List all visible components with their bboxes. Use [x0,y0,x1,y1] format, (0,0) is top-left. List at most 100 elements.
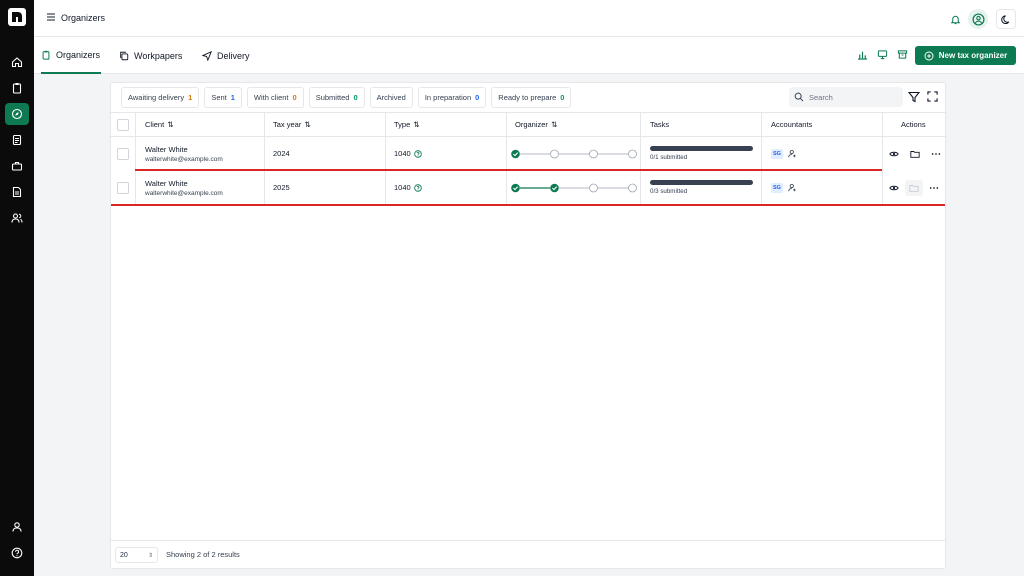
tab-workpapers[interactable]: Workpapers [119,37,182,74]
filter-in-preparation[interactable]: In preparation 0 [417,87,487,108]
app-logo[interactable] [8,8,26,26]
column-organizer[interactable]: Organizer ⇅ [515,113,557,136]
sort-icon: ⇅ [413,120,420,129]
copy-icon [120,51,129,60]
client-name: Walter White [145,144,188,154]
folder-button-disabled[interactable] [905,179,923,196]
sort-icon: ⇅ [167,120,174,129]
filter-archived[interactable]: Archived [369,87,413,108]
filter-ready-to-prepare[interactable]: Ready to prepare 0 [491,87,572,108]
hamburger-menu-icon[interactable] [46,12,56,22]
filter-sent[interactable]: Sent 1 [204,87,242,108]
send-icon [202,50,212,61]
clients-nav[interactable] [5,207,29,229]
page-size-select[interactable]: 20 ⇕ [115,547,158,563]
column-label: Actions [901,120,926,129]
page-title: Organizers [61,13,106,23]
accountant-badge[interactable]: SG [771,148,783,159]
filter-count: 0 [475,93,480,102]
tab-label: Organizers [56,49,101,60]
table-header: Client ⇅ Tax year ⇅ Type ⇅ Organizer ⇅ Tasks… [111,112,945,137]
bell-icon [950,15,960,24]
user-circle-icon [971,12,985,26]
theme-toggle[interactable] [996,9,1016,29]
clipboard-nav[interactable] [5,77,29,99]
tab-label: Workpapers [134,50,183,61]
more-icon[interactable] [931,149,941,159]
filter-count: 0 [292,93,297,102]
fullscreen-icon[interactable] [927,91,938,102]
row-checkbox[interactable] [117,147,129,160]
tabs-bar: Organizers Workpapers Delivery New tax o… [34,37,1024,74]
client-cell[interactable]: Walter White walterwhite@example.com [145,137,223,170]
select-all-checkbox[interactable] [117,118,129,131]
chevron-updown-icon: ⇕ [147,552,153,559]
archive-icon[interactable] [897,49,908,60]
search-box[interactable] [789,87,903,107]
select-all-cell [117,113,129,136]
eye-icon[interactable] [889,149,899,159]
user-icon [12,522,22,532]
accountant-badge[interactable]: SG [771,182,783,193]
client-email: walterwhite@example.com [145,189,223,197]
row-select-cell [117,137,129,170]
column-label: Accountants [771,120,813,129]
filter-with-client[interactable]: With client 0 [246,87,304,108]
users-icon [11,213,23,223]
type-value: 1040 [394,149,411,158]
home-nav[interactable] [5,51,29,73]
step-complete-icon [511,149,520,158]
organizers-nav[interactable] [5,103,29,125]
column-type[interactable]: Type ⇅ [394,113,420,136]
new-tax-organizer-button[interactable]: New tax organizer [915,46,1016,65]
search-input[interactable] [809,92,897,102]
eye-icon[interactable] [889,183,899,193]
row-checkbox[interactable] [117,181,129,194]
compass-icon [11,108,23,120]
results-count: Showing 2 of 2 results [166,550,240,559]
notifications-button[interactable] [945,9,965,29]
top-bar: Organizers [34,0,1024,37]
table-footer: 20 ⇕ Showing 2 of 2 results [111,540,945,568]
filter-label: Archived [376,93,406,102]
table-row[interactable]: Walter White walterwhite@example.com 202… [111,137,945,170]
documents-nav[interactable] [5,129,29,151]
filter-count: 1 [230,93,235,102]
column-tax-year[interactable]: Tax year ⇅ [273,113,311,136]
more-icon[interactable] [929,183,939,193]
moon-icon [1000,14,1009,24]
help-circle-icon[interactable] [413,183,422,192]
column-label: Organizer [515,120,548,129]
status-filters: Awaiting delivery 1 Sent 1 With client 0 Su… [121,87,572,108]
column-label: Tax year [273,120,302,129]
assign-user-icon[interactable] [788,149,797,158]
filter-label: In preparation [424,93,472,102]
filter-submitted[interactable]: Submitted 0 [308,87,365,108]
filter-label: Submitted [315,93,350,102]
type-cell: 1040 [394,171,422,204]
help-circle-icon[interactable] [413,149,422,158]
table-row[interactable]: Walter White walterwhite@example.com 202… [111,171,945,204]
help-nav[interactable] [5,542,29,564]
tab-organizers[interactable]: Organizers [41,37,101,74]
chart-icon[interactable] [857,49,868,60]
folder-icon[interactable] [910,149,920,159]
profile-nav[interactable] [5,516,29,538]
briefcase-nav[interactable] [5,155,29,177]
help-icon [11,547,23,559]
file-text-icon [12,186,22,198]
column-client[interactable]: Client ⇅ [145,113,173,136]
filter-awaiting-delivery[interactable]: Awaiting delivery 1 [121,87,200,108]
filter-label: Ready to prepare [498,93,557,102]
step-pending-icon [628,149,637,158]
monitor-icon[interactable] [877,49,888,60]
tab-delivery[interactable]: Delivery [202,37,250,74]
assign-user-icon[interactable] [788,183,797,192]
account-button[interactable] [968,9,988,29]
tasks-submitted: 0/3 submitted [650,188,688,195]
client-cell[interactable]: Walter White walterwhite@example.com [145,171,223,204]
reports-nav[interactable] [5,181,29,203]
filter-icon[interactable] [908,91,920,103]
tasks-progress-bar [650,146,753,151]
sort-icon: ⇅ [304,120,311,129]
